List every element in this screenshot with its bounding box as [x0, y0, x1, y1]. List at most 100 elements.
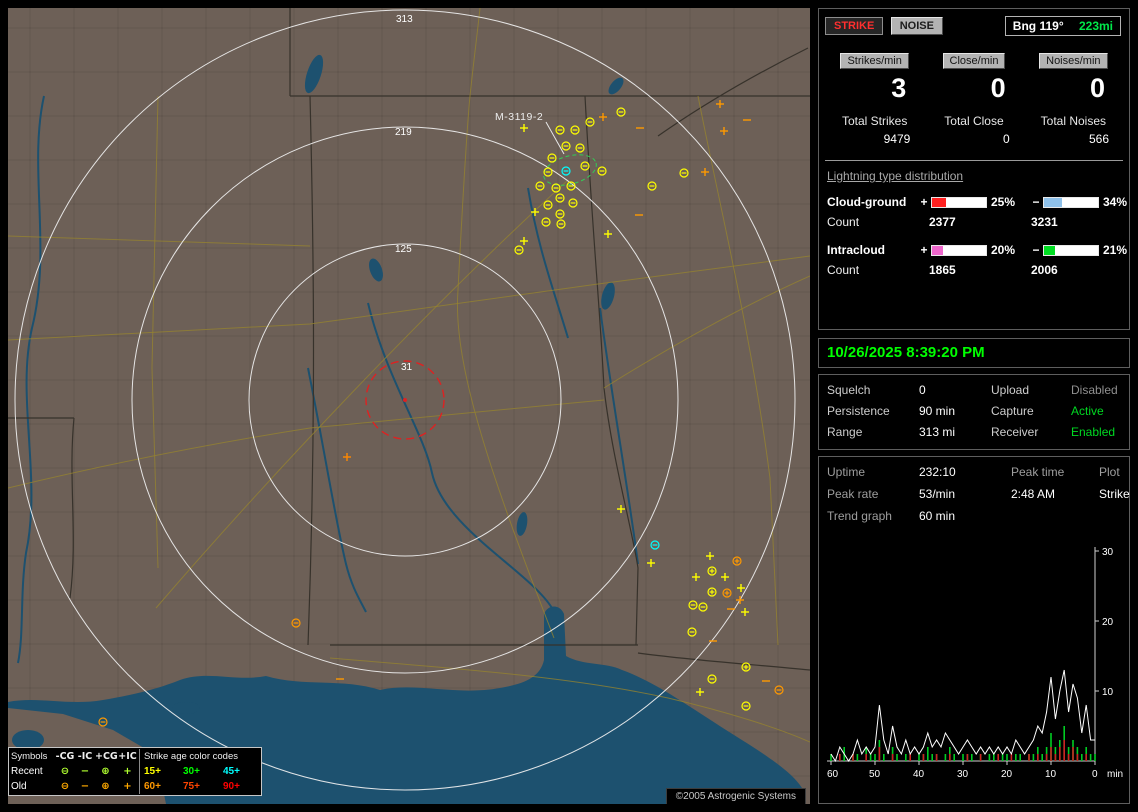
- lightning-map[interactable]: 313 219 125 31 M-3119-2 Symbols -CG -IC +CG …: [8, 8, 810, 804]
- capture-status: Active: [1071, 404, 1104, 418]
- minus-sign: −: [1032, 195, 1040, 209]
- cg-minus-percent: 34%: [1103, 195, 1128, 209]
- cloud-ground-label: Cloud-ground: [827, 195, 907, 209]
- legend-col-ncg: -CG: [55, 751, 75, 762]
- divider: [825, 160, 1123, 161]
- total-strikes-label: Total Strikes: [841, 114, 908, 128]
- svg-text:10: 10: [1102, 687, 1114, 698]
- total-close-label: Total Close: [944, 114, 1004, 128]
- noises-per-min-value: 0: [1089, 73, 1105, 103]
- uptime-value: 232:10: [919, 465, 956, 479]
- intracloud-label: Intracloud: [827, 243, 886, 257]
- range-ring-label: 219: [395, 127, 412, 138]
- ic-minus-count: 2006: [1031, 263, 1058, 277]
- trend-graph-label: Trend graph: [827, 509, 892, 523]
- plot-label: Plot: [1099, 465, 1120, 479]
- age-code-90: 90+: [223, 781, 240, 792]
- range-ring-label: 313: [396, 14, 413, 25]
- svg-text:min: min: [1107, 769, 1123, 780]
- age-code-75: 75+: [183, 781, 200, 792]
- legend-row-old-label: Old: [11, 781, 27, 792]
- station-marker: [403, 398, 407, 402]
- ic-minus-percent: 21%: [1103, 243, 1128, 257]
- map-canvas[interactable]: 313 219 125 31 M-3119-2: [8, 8, 810, 804]
- trend-graph-window: 60 min: [919, 509, 956, 523]
- ic-plus-count: 1865: [929, 263, 956, 277]
- peak-rate-label: Peak rate: [827, 487, 879, 501]
- bearing-distance: 223mi: [1078, 19, 1113, 33]
- peak-time-label: Peak time: [1011, 465, 1065, 479]
- close-per-min-button[interactable]: Close/min: [942, 53, 1006, 69]
- plot-value: Strike: [1099, 487, 1130, 501]
- cg-plus-count: 2377: [929, 215, 956, 229]
- counters-box: STRIKE NOISE Bng 119° 223mi Strikes/min …: [818, 8, 1130, 330]
- squelch-label: Squelch: [827, 383, 871, 397]
- minus-sign: −: [1032, 243, 1040, 257]
- plus-sign: +: [920, 243, 928, 257]
- peak-time-value: 2:48 AM: [1011, 487, 1056, 501]
- capture-label: Capture: [991, 404, 1034, 418]
- svg-text:50: 50: [869, 769, 881, 780]
- neg-cg-icon: ⊖: [60, 781, 70, 792]
- range-label: Range: [827, 425, 863, 439]
- persistence-value: 90 min: [919, 404, 956, 418]
- legend-col-pic: +IC: [118, 751, 137, 762]
- age-code-30: 30+: [183, 766, 200, 777]
- ic-count-label: Count: [827, 263, 860, 277]
- uptime-label: Uptime: [827, 465, 866, 479]
- range-value: 313 mi: [919, 425, 956, 439]
- status-panel: STRIKE NOISE Bng 119° 223mi Strikes/min …: [818, 8, 1130, 804]
- noises-per-min-button[interactable]: Noises/min: [1039, 53, 1108, 69]
- svg-text:60: 60: [827, 769, 839, 780]
- stats-box: Uptime 232:10 Peak time Plot Peak rate 5…: [818, 456, 1130, 804]
- strikes-per-min-value: 3: [891, 73, 907, 103]
- close-per-min-value: 0: [990, 73, 1006, 103]
- pos-cg-icon: ⊕: [101, 766, 110, 777]
- upload-label: Upload: [991, 383, 1030, 397]
- ic-plus-percent: 20%: [991, 243, 1016, 257]
- age-code-15: 15+: [139, 764, 179, 779]
- svg-text:30: 30: [1102, 547, 1114, 558]
- age-code-45: 45+: [223, 766, 240, 777]
- bearing-label: Bng 119°: [1012, 19, 1064, 33]
- total-noises-value: 566: [1088, 132, 1109, 146]
- cg-plus-percent: 25%: [991, 195, 1016, 209]
- receiver-label: Receiver: [991, 425, 1039, 439]
- pos-ic-icon: +: [123, 766, 132, 777]
- peak-rate-value: 53/min: [919, 487, 956, 501]
- svg-text:40: 40: [913, 769, 925, 780]
- age-code-60: 60+: [139, 779, 179, 794]
- total-strikes-value: 9479: [883, 132, 911, 146]
- pos-ic-icon: +: [123, 781, 132, 792]
- copyright-text: ©2005 Astrogenic Systems: [665, 788, 806, 804]
- total-close-value: 0: [1002, 132, 1010, 146]
- noise-button[interactable]: NOISE: [890, 17, 943, 35]
- trend-graph: 30 20 10 60 50 40 30 20 10 0 min: [827, 547, 1123, 780]
- svg-text:10: 10: [1045, 769, 1057, 780]
- datetime-display: 10/26/2025 8:39:20 PM: [818, 338, 1130, 368]
- legend-row-recent-label: Recent: [11, 766, 43, 777]
- legend-age-title: Strike age color codes: [139, 749, 259, 764]
- neg-ic-icon: −: [80, 766, 90, 777]
- svg-text:20: 20: [1102, 617, 1114, 628]
- map-legend: Symbols -CG -IC +CG +IC Strike age color…: [8, 747, 262, 796]
- legend-col-pcg: +CG: [95, 751, 118, 762]
- squelch-value: 0: [919, 383, 926, 397]
- legend-col-nic: -IC: [77, 751, 93, 762]
- range-ring-label: 125: [395, 244, 412, 255]
- distribution-title-link[interactable]: Lightning type distribution: [827, 169, 963, 183]
- neg-cg-icon: ⊖: [60, 766, 70, 777]
- nexstorm-window: 313 219 125 31 M-3119-2 Symbols -CG -IC +CG …: [0, 0, 1138, 812]
- storm-track-label: M-3119-2: [495, 111, 543, 123]
- strike-button[interactable]: STRIKE: [825, 17, 884, 35]
- strikes-per-min-button[interactable]: Strikes/min: [840, 53, 909, 69]
- neg-ic-icon: −: [80, 781, 90, 792]
- cg-plus-bar: [931, 196, 987, 208]
- cg-minus-bar: [1043, 196, 1099, 208]
- cg-minus-count: 3231: [1031, 215, 1058, 229]
- svg-text:20: 20: [1001, 769, 1013, 780]
- total-noises-label: Total Noises: [1040, 114, 1107, 128]
- svg-text:0: 0: [1092, 769, 1098, 780]
- svg-text:30: 30: [957, 769, 969, 780]
- ic-plus-bar: [931, 244, 987, 256]
